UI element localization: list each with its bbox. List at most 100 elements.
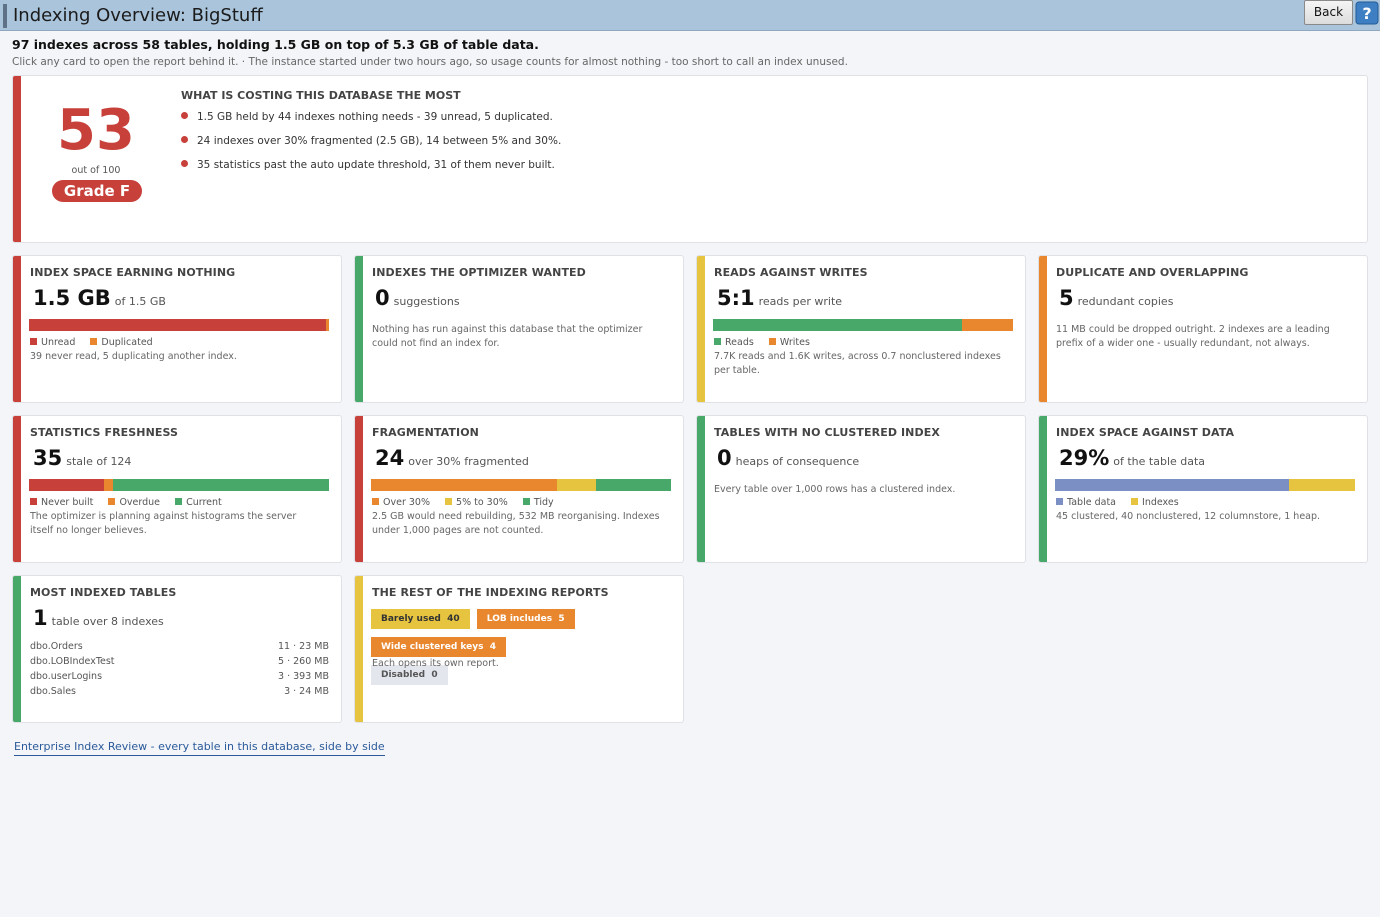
card-fragmentation[interactable]: FRAGMENTATION 24 over 30% fragmented Over… — [354, 415, 684, 563]
bullet-icon — [181, 160, 188, 167]
bar-legend: Over 30% 5% to 30% Tidy — [372, 497, 566, 508]
bullet-icon — [181, 136, 188, 143]
stacked-bar — [1055, 479, 1355, 491]
card-title: STATISTICS FRESHNESS — [30, 426, 179, 439]
bar-segment-current — [113, 479, 329, 491]
score-out-of: out of 100 — [71, 165, 121, 176]
stacked-bar — [29, 479, 329, 491]
card-value: 5:1 — [717, 286, 755, 310]
bar-segment-overdue — [104, 479, 113, 491]
legend-swatch — [30, 498, 37, 505]
card-subtitle: stale of 124 — [66, 455, 132, 468]
card-description: Each opens its own report. — [372, 658, 499, 669]
card-description: Every table over 1,000 rows has a cluste… — [714, 484, 956, 495]
legend-swatch — [372, 498, 379, 505]
card-description: Nothing has run against this database th… — [372, 324, 643, 349]
card-value: 29% — [1059, 446, 1110, 470]
costing-item: 1.5 GB held by 44 indexes nothing needs … — [181, 111, 561, 135]
card-value: 0 — [375, 286, 390, 310]
severity-stripe — [697, 416, 705, 562]
pill-lob-includes[interactable]: LOB includes 5 — [476, 609, 575, 629]
severity-stripe — [1039, 416, 1047, 562]
severity-stripe — [13, 256, 21, 402]
card-reads-writes[interactable]: READS AGAINST WRITES 5:1 reads per write … — [696, 255, 1026, 403]
card-title: MOST INDEXED TABLES — [30, 586, 177, 599]
card-rest-of-reports[interactable]: THE REST OF THE INDEXING REPORTS Barely … — [354, 575, 684, 723]
card-subtitle: reads per write — [758, 295, 843, 308]
title-bar: Indexing Overview: BigStuff — [0, 0, 1380, 31]
grade-badge: Grade F — [52, 180, 142, 202]
card-description: 39 never read, 5 duplicating another ind… — [30, 351, 237, 362]
card-subtitle: over 30% fragmented — [408, 455, 529, 468]
severity-stripe — [355, 576, 363, 722]
bar-legend: Never built Overdue Current — [30, 497, 234, 508]
card-value: 1.5 GB — [33, 286, 111, 310]
svg-text:?: ? — [1362, 4, 1371, 23]
score-card[interactable]: 53 out of 100 Grade F WHAT IS COSTING TH… — [12, 75, 1368, 243]
hint-text: Click any card to open the report behind… — [12, 56, 848, 68]
card-title: INDEX SPACE EARNING NOTHING — [30, 266, 236, 279]
card-optimizer-wanted[interactable]: INDEXES THE OPTIMIZER WANTED 0 suggestion… — [354, 255, 684, 403]
report-pills: Barely used 40 LOB includes 5 Wide clust… — [371, 606, 581, 690]
severity-stripe — [13, 576, 21, 722]
card-subtitle: of 1.5 GB — [114, 295, 166, 308]
card-description: 45 clustered, 40 nonclustered, 12 column… — [1056, 511, 1321, 522]
stacked-bar — [713, 319, 1013, 331]
legend-swatch — [30, 338, 37, 345]
card-description: 11 MB could be dropped outright. 2 index… — [1056, 324, 1330, 349]
enterprise-review-link[interactable]: Enterprise Index Review - every table in… — [14, 740, 385, 756]
bar-segment-indexes — [1289, 479, 1355, 491]
bar-segment-writes — [962, 319, 1013, 331]
card-duplicate-overlapping[interactable]: DUPLICATE AND OVERLAPPING 5 redundant cop… — [1038, 255, 1368, 403]
help-question-icon[interactable]: ? — [1355, 1, 1379, 25]
card-description: 7.7K reads and 1.6K writes, across 0.7 n… — [714, 351, 1001, 376]
card-space-against-data[interactable]: INDEX SPACE AGAINST DATA 29% of the table… — [1038, 415, 1368, 563]
bar-segment-tidy — [596, 479, 671, 491]
pill-wide-clustered-keys[interactable]: Wide clustered keys 4 — [371, 637, 507, 657]
card-subtitle: of the table data — [1113, 455, 1206, 468]
costing-item: 24 indexes over 30% fragmented (2.5 GB),… — [181, 135, 561, 159]
legend-swatch — [768, 338, 776, 345]
card-value: 35 — [33, 446, 63, 470]
card-most-indexed-tables[interactable]: MOST INDEXED TABLES 1 table over 8 indexe… — [12, 575, 342, 723]
card-value: 24 — [375, 446, 405, 470]
card-statistics-freshness[interactable]: STATISTICS FRESHNESS 35 stale of 124 Neve… — [12, 415, 342, 563]
card-no-clustered-index[interactable]: TABLES WITH NO CLUSTERED INDEX 0 heaps of… — [696, 415, 1026, 563]
table-row: dbo.Orders 11 · 23 MB — [30, 641, 329, 652]
card-title: INDEX SPACE AGAINST DATA — [1056, 426, 1235, 439]
score-value: 53 — [57, 98, 135, 163]
severity-stripe — [697, 256, 705, 402]
bar-legend: Reads Writes — [714, 337, 822, 348]
card-description: The optimizer is planning against histog… — [30, 511, 297, 536]
card-title: DUPLICATE AND OVERLAPPING — [1056, 266, 1249, 279]
bar-segment-reads — [713, 319, 962, 331]
severity-stripe — [13, 76, 21, 242]
bar-segment-never-built — [29, 479, 104, 491]
stacked-bar — [371, 479, 671, 491]
costing-item: 35 statistics past the auto update thres… — [181, 159, 561, 183]
card-title: READS AGAINST WRITES — [714, 266, 868, 279]
table-list: dbo.Orders 11 · 23 MB dbo.LOBIndexTest 5 ·… — [30, 641, 329, 701]
summary-text: 97 indexes across 58 tables, holding 1.5… — [12, 37, 539, 52]
legend-swatch — [445, 498, 453, 505]
window-title: Indexing Overview: BigStuff — [13, 5, 263, 26]
legend-swatch — [108, 498, 116, 505]
bar-segment-table-data — [1055, 479, 1289, 491]
bar-segment-duplicated — [326, 319, 329, 331]
table-row: dbo.LOBIndexTest 5 · 260 MB — [30, 656, 329, 667]
bar-legend: Table data Indexes — [1056, 497, 1191, 508]
pill-barely-used[interactable]: Barely used 40 — [371, 609, 470, 629]
card-subtitle: redundant copies — [1077, 295, 1174, 308]
legend-swatch — [714, 338, 721, 345]
card-subtitle: suggestions — [393, 295, 460, 308]
card-subtitle: table over 8 indexes — [51, 615, 164, 628]
severity-stripe — [355, 256, 363, 402]
bar-segment-5-to-30 — [557, 479, 596, 491]
card-description: 2.5 GB would need rebuilding, 532 MB reo… — [372, 511, 660, 536]
card-subtitle: heaps of consequence — [735, 455, 860, 468]
card-title: INDEXES THE OPTIMIZER WANTED — [372, 266, 586, 279]
back-button[interactable]: Back — [1304, 0, 1353, 25]
card-value: 0 — [717, 446, 732, 470]
card-index-space-nothing[interactable]: INDEX SPACE EARNING NOTHING 1.5 GB of 1.5… — [12, 255, 342, 403]
costing-list: 1.5 GB held by 44 indexes nothing needs … — [181, 111, 561, 183]
